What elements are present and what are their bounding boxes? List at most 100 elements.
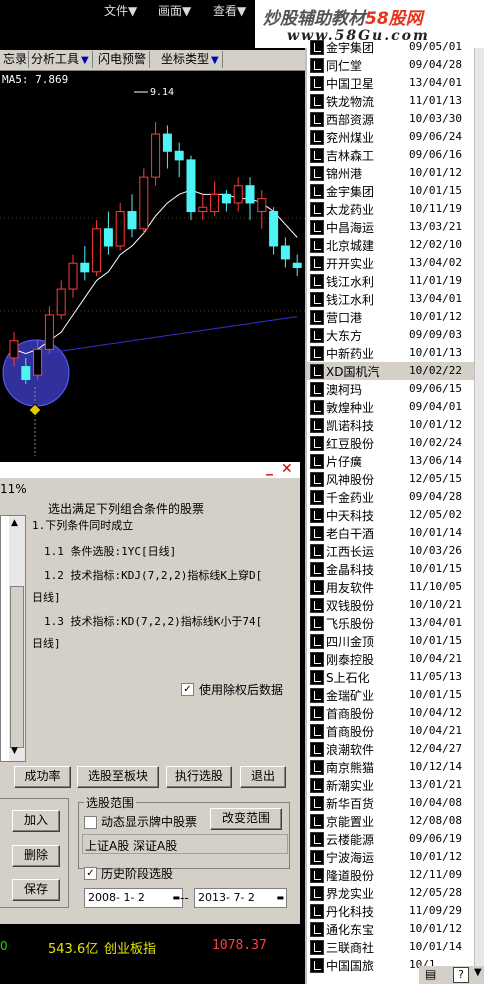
stock-row[interactable]: 四川金顶 10/01/15 bbox=[307, 632, 474, 650]
stock-row[interactable]: 江西长运 10/03/26 bbox=[307, 542, 474, 560]
stock-chart-icon bbox=[310, 904, 324, 919]
stock-row[interactable]: 金宇集团 09/05/01 bbox=[307, 38, 474, 56]
stock-row[interactable]: S上石化 11/05/13 bbox=[307, 668, 474, 686]
stock-row[interactable]: 界龙实业 12/05/28 bbox=[307, 884, 474, 902]
candlestick-chart[interactable]: MA5: 7.869 9.14 bbox=[0, 71, 305, 456]
stock-row[interactable]: 西部资源 10/03/30 bbox=[307, 110, 474, 128]
stock-row[interactable]: 飞乐股份 13/04/01 bbox=[307, 614, 474, 632]
formula-list-scrollbar[interactable]: ▲ ▼ bbox=[9, 516, 25, 761]
signal-date: 10/01/15 bbox=[409, 634, 462, 647]
date-from-picker[interactable]: 2008- 1- 2 ▬ bbox=[84, 888, 183, 908]
toolbar-flash-alert[interactable]: 闪电预警 bbox=[95, 51, 151, 68]
stock-row[interactable]: 金宇集团 10/01/15 bbox=[307, 182, 474, 200]
toolbar-memo[interactable]: 忘录 bbox=[0, 51, 29, 68]
stock-row[interactable]: 丹化科技 11/09/29 bbox=[307, 902, 474, 920]
stock-row[interactable]: 宁波海运 10/01/12 bbox=[307, 848, 474, 866]
stock-row[interactable]: 新潮实业 13/01/21 bbox=[307, 776, 474, 794]
stock-row[interactable]: 云楼能源 09/06/19 bbox=[307, 830, 474, 848]
stock-row[interactable]: 浪潮软件 12/04/27 bbox=[307, 740, 474, 758]
dynamic-show-checkbox[interactable] bbox=[84, 816, 97, 829]
stock-row[interactable]: 片仔癀 13/06/14 bbox=[307, 452, 474, 470]
stock-row[interactable]: 开开实业 13/04/02 bbox=[307, 254, 474, 272]
exit-button[interactable]: 退出 bbox=[240, 766, 286, 788]
history-select-checkbox[interactable]: ✓ bbox=[84, 867, 97, 880]
change-range-button[interactable]: 改变范围 bbox=[210, 808, 282, 830]
stock-name: 通化东宝 bbox=[326, 923, 375, 937]
stock-row[interactable]: 钱江水利 13/04/01 bbox=[307, 290, 474, 308]
stock-row[interactable]: 大东方 09/09/03 bbox=[307, 326, 474, 344]
stock-result-list[interactable]: 金宇集团 09/05/01 同仁堂 09/04/28 中国卫星 13/04/01 铁龙物流 1… bbox=[305, 40, 484, 984]
stock-row[interactable]: 铁龙物流 11/01/13 bbox=[307, 92, 474, 110]
scroll-down-icon[interactable]: ▼ bbox=[11, 746, 18, 756]
menu-screen[interactable]: 画面▼ bbox=[158, 2, 191, 19]
toolbar-analysis-tools[interactable]: 分析工具 ▼ bbox=[28, 51, 93, 68]
select-to-block-button[interactable]: 选股至板块 bbox=[77, 766, 159, 788]
stock-row[interactable]: 用友软件 11/10/05 bbox=[307, 578, 474, 596]
stock-name: 隆道股份 bbox=[326, 869, 375, 883]
candle-body bbox=[92, 228, 102, 273]
stock-row[interactable]: 双钱股份 10/10/21 bbox=[307, 596, 474, 614]
add-button[interactable]: 加入 bbox=[12, 810, 60, 832]
minimize-icon[interactable]: _ bbox=[266, 460, 273, 476]
stock-row[interactable]: 中新药业 10/01/13 bbox=[307, 344, 474, 362]
stock-row[interactable]: 通化东宝 10/01/12 bbox=[307, 920, 474, 938]
stock-row[interactable]: 首商股份 10/04/21 bbox=[307, 722, 474, 740]
stock-row[interactable]: 新华百货 10/04/08 bbox=[307, 794, 474, 812]
stock-name: 双钱股份 bbox=[326, 599, 375, 613]
stock-row[interactable]: 老白干酒 10/01/14 bbox=[307, 524, 474, 542]
success-rate-button[interactable]: 成功率 bbox=[14, 766, 71, 788]
stock-row[interactable]: 澳柯玛 09/06/15 bbox=[307, 380, 474, 398]
stock-row[interactable]: 首商股份 10/04/12 bbox=[307, 704, 474, 722]
stock-row[interactable]: 中国卫星 13/04/01 bbox=[307, 74, 474, 92]
stock-row[interactable]: 千金药业 09/04/28 bbox=[307, 488, 474, 506]
spinner-icon[interactable]: ▬ bbox=[172, 889, 180, 907]
stock-row[interactable]: 太龙药业 10/11/19 bbox=[307, 200, 474, 218]
signal-date: 13/01/21 bbox=[409, 778, 462, 791]
stock-row[interactable]: 刚泰控股 10/04/21 bbox=[307, 650, 474, 668]
stock-row[interactable]: 敦煌种业 09/04/01 bbox=[307, 398, 474, 416]
stock-row[interactable]: 中天科技 12/05/02 bbox=[307, 506, 474, 524]
stock-row[interactable]: 金晶科技 10/01/15 bbox=[307, 560, 474, 578]
spinner-icon[interactable]: ▬ bbox=[276, 889, 284, 907]
calculator-icon[interactable]: ▤ bbox=[425, 967, 436, 981]
stock-row[interactable]: 兖州煤业 09/06/24 bbox=[307, 128, 474, 146]
use-adjusted-checkbox[interactable]: ✓ bbox=[181, 683, 194, 696]
date-to-picker[interactable]: 2013- 7- 2 ▬ bbox=[194, 888, 287, 908]
stock-row[interactable]: 吉林森工 09/06/16 bbox=[307, 146, 474, 164]
stock-row[interactable]: 京能置业 12/08/08 bbox=[307, 812, 474, 830]
delete-button[interactable]: 删除 bbox=[12, 845, 60, 867]
candle-body bbox=[33, 348, 43, 376]
stock-row[interactable]: 北京城建 12/02/10 bbox=[307, 236, 474, 254]
stock-row[interactable]: 凯诺科技 10/01/12 bbox=[307, 416, 474, 434]
stock-chart-icon bbox=[310, 796, 324, 811]
stock-row[interactable]: 同仁堂 09/04/28 bbox=[307, 56, 474, 74]
list-scrollbar[interactable] bbox=[474, 48, 484, 984]
stock-row[interactable]: 锦州港 10/01/12 bbox=[307, 164, 474, 182]
menu-view[interactable]: 查看▼ bbox=[213, 2, 246, 19]
candle-body bbox=[151, 133, 161, 178]
stock-row[interactable]: 风神股份 12/05/15 bbox=[307, 470, 474, 488]
stock-row[interactable]: 营口港 10/01/12 bbox=[307, 308, 474, 326]
stock-row[interactable]: XD国机汽 10/02/22 bbox=[307, 362, 474, 380]
execute-select-button[interactable]: 执行选股 bbox=[166, 766, 232, 788]
market-range-field[interactable]: 上证A股 深证A股 bbox=[82, 834, 288, 854]
stock-row[interactable]: 钱江水利 11/01/19 bbox=[307, 272, 474, 290]
stock-name: 新潮实业 bbox=[326, 779, 375, 793]
signal-date: 10/02/24 bbox=[409, 436, 462, 449]
stock-row[interactable]: 红豆股份 10/02/24 bbox=[307, 434, 474, 452]
formula-list[interactable]: ▲ ▼ bbox=[0, 515, 26, 762]
dropdown-arrow-icon[interactable]: ▼ bbox=[474, 967, 482, 978]
help-icon[interactable]: ? bbox=[453, 967, 469, 983]
stock-row[interactable]: 南京熊猫 10/12/14 bbox=[307, 758, 474, 776]
scroll-thumb[interactable] bbox=[10, 586, 24, 748]
stock-row[interactable]: 中昌海运 13/03/21 bbox=[307, 218, 474, 236]
save-button[interactable]: 保存 bbox=[12, 879, 60, 901]
stock-row[interactable]: 三联商社 10/01/14 bbox=[307, 938, 474, 956]
stock-row[interactable]: 金瑞矿业 10/01/15 bbox=[307, 686, 474, 704]
stock-row[interactable]: 隆道股份 12/11/09 bbox=[307, 866, 474, 884]
scroll-up-icon[interactable]: ▲ bbox=[11, 518, 18, 528]
toolbar-coordinate-type[interactable]: 坐标类型 ▼ bbox=[158, 51, 223, 68]
toolbar-memo-label: 忘录 bbox=[3, 52, 28, 66]
menu-file[interactable]: 文件▼ bbox=[104, 2, 137, 19]
close-icon[interactable]: ✕ bbox=[281, 461, 293, 477]
